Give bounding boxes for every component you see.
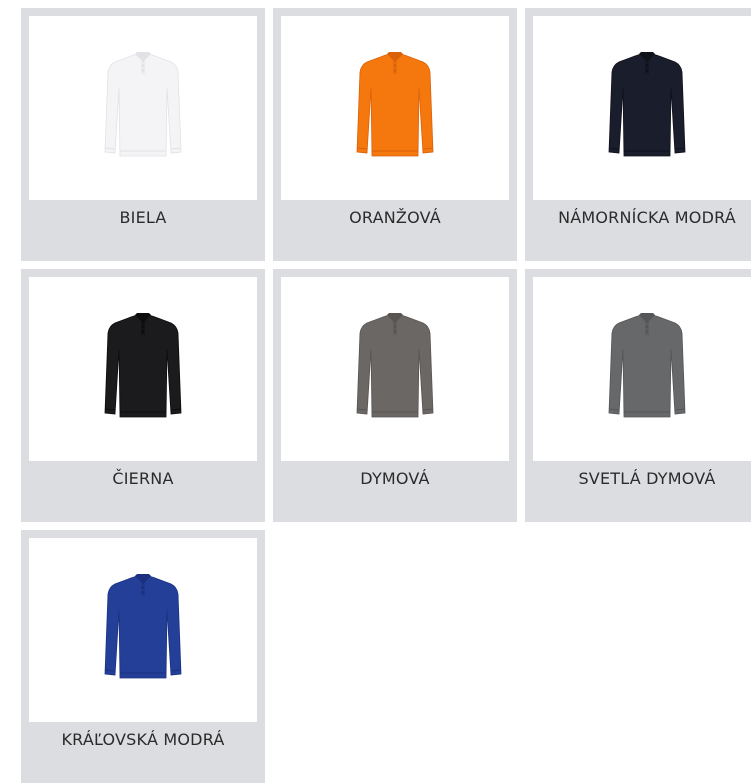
polo-shirt-smoke-icon [356,313,434,418]
product-image [281,277,509,461]
color-label: NÁMORNÍCKA MODRÁ [558,208,736,227]
product-image [533,16,751,200]
polo-shirt-white-icon [104,52,182,157]
polo-shirt-orange-icon [356,52,434,157]
color-label: SVETLÁ DYMOVÁ [578,469,716,488]
color-label: KRÁĽOVSKÁ MODRÁ [61,730,225,749]
color-card[interactable]: ČIERNA [21,269,265,522]
product-image [29,277,257,461]
product-image [281,16,509,200]
color-card[interactable]: DYMOVÁ [273,269,517,522]
polo-shirt-navy-icon [608,52,686,157]
color-card[interactable]: KRÁĽOVSKÁ MODRÁ [21,530,265,783]
polo-shirt-black-icon [104,313,182,418]
color-swatch-grid: BIELA ORANŽOVÁ NÁMORNÍCKA MODRÁ ČIERNA D… [21,8,751,783]
color-card[interactable]: BIELA [21,8,265,261]
color-card[interactable]: NÁMORNÍCKA MODRÁ [525,8,751,261]
polo-shirt-light-smoke-icon [608,313,686,418]
color-label: BIELA [119,208,167,227]
color-card[interactable]: SVETLÁ DYMOVÁ [525,269,751,522]
color-label: ORANŽOVÁ [349,208,441,227]
polo-shirt-royal-blue-icon [104,574,182,679]
color-card[interactable]: ORANŽOVÁ [273,8,517,261]
product-image [29,16,257,200]
color-label: DYMOVÁ [360,469,430,488]
product-image [533,277,751,461]
color-label: ČIERNA [112,469,174,488]
product-image [29,538,257,722]
